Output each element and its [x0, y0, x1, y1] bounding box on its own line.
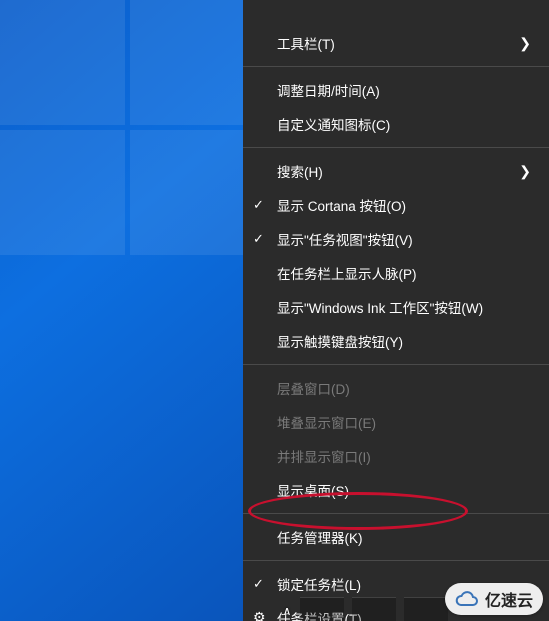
menu-item-label: 在任务栏上显示人脉(P): [277, 263, 531, 283]
separator: [243, 66, 549, 67]
menu-item-label: 并排显示窗口(I): [277, 446, 531, 466]
separator: [243, 364, 549, 365]
menu-item-search[interactable]: 搜索(H) ❯: [243, 154, 549, 188]
menu-item-stacked-windows: 堆叠显示窗口(E): [243, 405, 549, 439]
menu-item-label: 堆叠显示窗口(E): [277, 412, 531, 432]
taskbar-context-menu: 工具栏(T) ❯ 调整日期/时间(A) 自定义通知图标(C) 搜索(H) ❯ ✓…: [243, 0, 549, 621]
tray-overflow-caret-icon[interactable]: ∧: [274, 603, 300, 619]
menu-item-show-cortana-button[interactable]: ✓ 显示 Cortana 按钮(O): [243, 188, 549, 222]
watermark-badge: 亿速云: [445, 583, 543, 615]
gear-icon: ⚙: [253, 609, 266, 621]
menu-item-task-manager[interactable]: 任务管理器(K): [243, 520, 549, 554]
separator: [243, 560, 549, 561]
menu-item-show-touch-keyboard-button[interactable]: 显示触摸键盘按钮(Y): [243, 324, 549, 358]
windows-logo: [0, 0, 260, 260]
menu-item-label: 显示"Windows Ink 工作区"按钮(W): [277, 297, 531, 317]
menu-item-label: 显示桌面(S): [277, 480, 531, 500]
menu-item-side-by-side-windows: 并排显示窗口(I): [243, 439, 549, 473]
menu-item-show-desktop[interactable]: 显示桌面(S): [243, 473, 549, 507]
menu-item-label: 显示"任务视图"按钮(V): [277, 229, 531, 249]
menu-item-label: 显示触摸键盘按钮(Y): [277, 331, 531, 351]
chevron-right-icon: ❯: [519, 163, 531, 180]
menu-item-toolbars[interactable]: 工具栏(T) ❯: [243, 26, 549, 60]
separator: [243, 147, 549, 148]
menu-item-show-taskview-button[interactable]: ✓ 显示"任务视图"按钮(V): [243, 222, 549, 256]
check-icon: ✓: [253, 576, 264, 592]
check-icon: ✓: [253, 231, 264, 247]
check-icon: ✓: [253, 197, 264, 213]
menu-item-label: 任务管理器(K): [277, 527, 531, 547]
chevron-right-icon: ❯: [519, 35, 531, 52]
menu-item-show-windows-ink-button[interactable]: 显示"Windows Ink 工作区"按钮(W): [243, 290, 549, 324]
menu-item-customize-notification-icons[interactable]: 自定义通知图标(C): [243, 107, 549, 141]
menu-item-label: 自定义通知图标(C): [277, 114, 531, 134]
taskbar-preview-blocks: [300, 593, 460, 621]
menu-item-label: 调整日期/时间(A): [277, 80, 531, 100]
menu-item-label: 层叠窗口(D): [277, 378, 531, 398]
menu-item-show-people-on-taskbar[interactable]: 在任务栏上显示人脉(P): [243, 256, 549, 290]
separator: [243, 513, 549, 514]
menu-item-label: 显示 Cortana 按钮(O): [277, 195, 531, 215]
menu-item-label: 搜索(H): [277, 161, 519, 181]
menu-item-label: 工具栏(T): [277, 33, 519, 53]
menu-item-cascade-windows: 层叠窗口(D): [243, 371, 549, 405]
cloud-icon: [453, 589, 479, 609]
watermark-text: 亿速云: [485, 587, 533, 611]
menu-item-adjust-datetime[interactable]: 调整日期/时间(A): [243, 73, 549, 107]
desktop[interactable]: 工具栏(T) ❯ 调整日期/时间(A) 自定义通知图标(C) 搜索(H) ❯ ✓…: [0, 0, 549, 621]
